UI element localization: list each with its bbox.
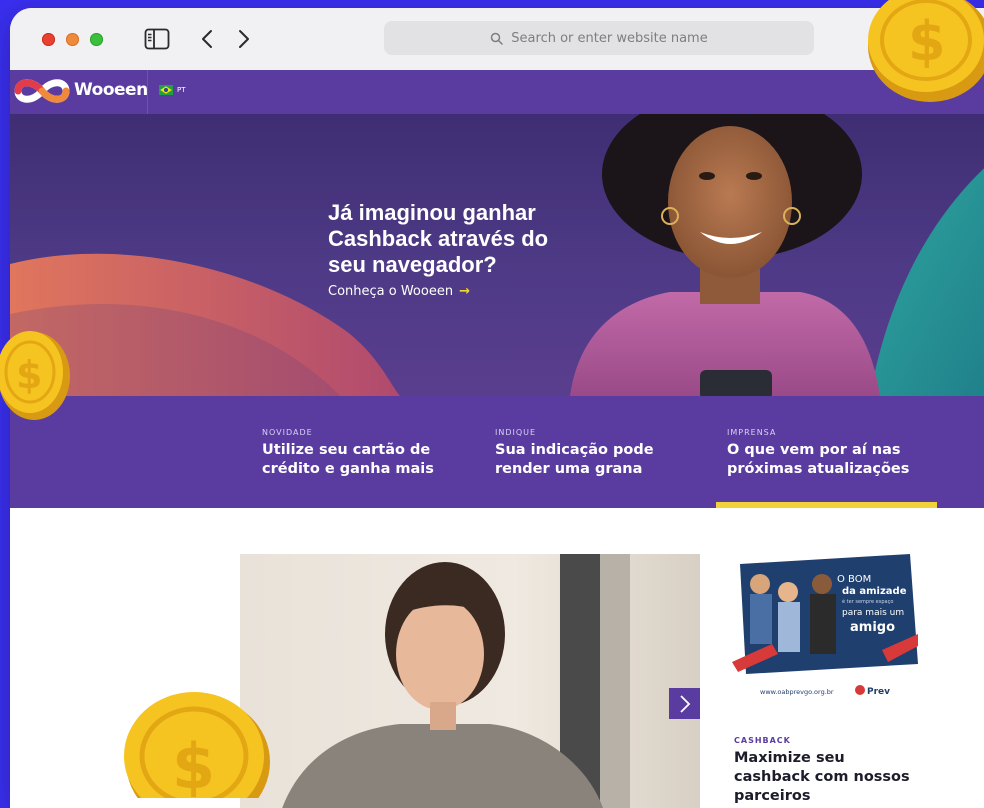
hero-cta-link[interactable]: Conheça o Wooeen → [328, 284, 568, 299]
brazil-flag-icon [159, 85, 173, 95]
site-header: Wooeen PT [10, 70, 984, 114]
brand-name[interactable]: Wooeen [74, 80, 148, 100]
forward-arrow-icon[interactable] [235, 28, 253, 50]
arrow-right-icon: → [459, 284, 470, 299]
wooeen-logo-icon[interactable] [12, 74, 72, 108]
promo-ad-oab-prev[interactable]: O BOM da amizade é ter sempre espaço par… [732, 554, 918, 714]
language-code: PT [177, 86, 186, 94]
article-kicker: CASHBACK [734, 736, 791, 745]
close-window-button[interactable] [42, 33, 55, 46]
header-divider [147, 70, 148, 114]
carousel-image[interactable] [240, 554, 700, 808]
promo-ad-illustration: O BOM da amizade é ter sempre espaço par… [732, 554, 918, 697]
hero-banner: Já imaginou ganhar Cashback através do s… [10, 114, 984, 396]
woman-photo-illustration [282, 554, 630, 808]
back-arrow-icon[interactable] [198, 28, 216, 50]
chevron-right-icon [679, 694, 690, 713]
svg-text:da amizade: da amizade [842, 586, 907, 597]
feature-title: O que vem por aí nas próximas atualizaçõ… [727, 442, 910, 477]
article-title: Maximize seu cashback com nossos parceir… [734, 750, 910, 804]
svg-text:é ter sempre espaço: é ter sempre espaço [842, 598, 893, 605]
svg-text:$: $ [908, 10, 946, 73]
gold-coin-icon: $ [124, 692, 270, 798]
svg-text:amigo: amigo [850, 620, 895, 635]
address-bar[interactable]: Search or enter website name [384, 21, 814, 55]
feature-title: Sua indicação pode render uma grana [495, 442, 654, 477]
browser-toolbar: Search or enter website name [10, 8, 984, 71]
feature-card-novidade[interactable]: NOVIDADE Utilize seu cartão de crédito e… [262, 428, 462, 479]
hero-text-block: Já imaginou ganhar Cashback através do s… [328, 200, 568, 299]
feature-kicker: INDIQUE [495, 428, 537, 437]
sidebar-icon[interactable] [144, 28, 170, 50]
language-selector[interactable]: PT [159, 85, 186, 95]
svg-text:para mais um: para mais um [842, 608, 904, 618]
promo-site: www.oabprevgo.org.br [760, 688, 834, 696]
carousel-next-button[interactable] [669, 688, 700, 719]
feature-card-indique[interactable]: INDIQUE Sua indicação pode render uma gr… [495, 428, 695, 479]
feature-card-imprensa[interactable]: IMPRENSA O que vem por aí nas próximas a… [727, 428, 927, 479]
feature-strip: NOVIDADE Utilize seu cartão de crédito e… [10, 396, 984, 508]
hero-cta-label: Conheça o Wooeen [328, 284, 454, 299]
gold-coin-icon: $ [0, 331, 70, 420]
zoom-window-button[interactable] [90, 33, 103, 46]
feature-title: Utilize seu cartão de crédito e ganha ma… [262, 442, 434, 477]
hero-title: Já imaginou ganhar Cashback através do s… [328, 200, 549, 277]
address-placeholder: Search or enter website name [511, 30, 708, 46]
minimize-window-button[interactable] [66, 33, 79, 46]
search-icon [491, 32, 504, 45]
promo-headline: O BOM [837, 574, 871, 585]
gold-coin-icon: $ [868, 0, 984, 102]
promo-logo: Prev [867, 687, 890, 697]
feature-kicker: NOVIDADE [262, 428, 313, 437]
svg-text:$: $ [172, 730, 215, 798]
svg-text:$: $ [16, 353, 42, 397]
article-card[interactable]: CASHBACK Maximize seu cashback com nosso… [734, 736, 924, 806]
feature-kicker: IMPRENSA [727, 428, 777, 437]
